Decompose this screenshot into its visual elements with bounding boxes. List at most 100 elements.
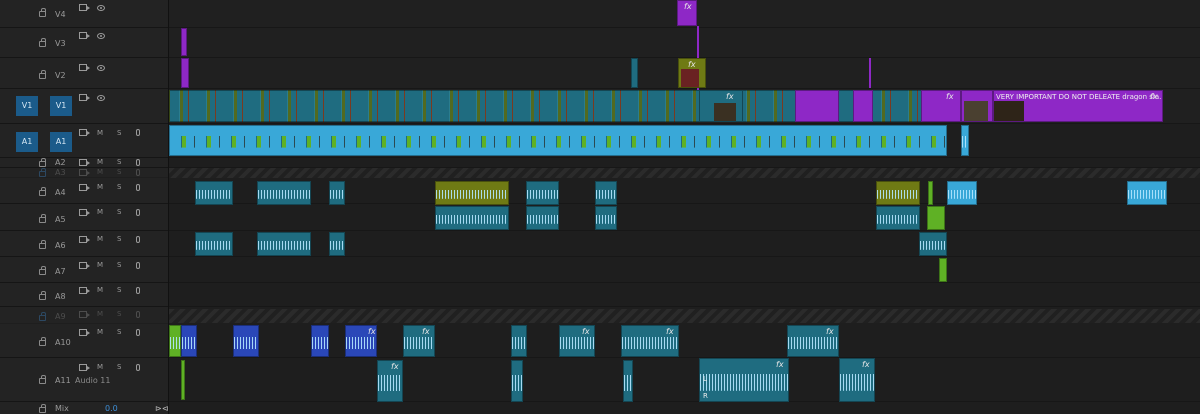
sync-lock-icon[interactable] <box>79 236 90 243</box>
audio-clip[interactable] <box>435 181 509 205</box>
track-lane-a6[interactable] <box>169 231 1200 257</box>
lock-icon[interactable] <box>39 168 46 177</box>
lock-icon[interactable] <box>39 375 46 384</box>
video-clip[interactable] <box>795 90 839 122</box>
audio-clip[interactable]: fx <box>403 325 435 357</box>
sync-lock-icon[interactable] <box>79 329 90 336</box>
video-clip[interactable] <box>961 90 993 122</box>
source-patch-v1[interactable]: V1 <box>16 96 38 116</box>
solo-button[interactable]: S <box>117 328 121 336</box>
lock-icon[interactable] <box>39 312 46 321</box>
video-clip[interactable]: fx <box>678 58 706 88</box>
mic-icon[interactable] <box>136 159 140 166</box>
video-clip[interactable] <box>181 28 187 56</box>
mute-button[interactable]: M <box>97 158 103 166</box>
track-lane-a11[interactable] <box>169 358 1200 402</box>
sync-lock-icon[interactable] <box>79 169 90 176</box>
audio-clip[interactable] <box>511 360 523 402</box>
lock-icon[interactable] <box>39 240 46 249</box>
lock-icon[interactable] <box>39 158 46 167</box>
audio-clip[interactable] <box>526 181 559 205</box>
sync-lock-icon[interactable] <box>79 4 90 11</box>
sync-lock-icon[interactable] <box>79 287 90 294</box>
sync-lock-icon[interactable] <box>79 311 90 318</box>
audio-clip[interactable] <box>311 325 329 357</box>
video-clip[interactable]: fx <box>921 90 961 122</box>
source-patch-a1[interactable]: A1 <box>16 132 38 152</box>
lock-icon[interactable] <box>39 266 46 275</box>
lock-icon[interactable] <box>39 214 46 223</box>
video-clip-important[interactable]: VERY IMPORTANT DO NOT DELEATE dragon sla… <box>993 90 1163 122</box>
track-lane-v3[interactable] <box>169 28 1200 58</box>
lock-icon[interactable] <box>39 38 46 47</box>
mic-icon[interactable] <box>136 364 140 371</box>
audio-clip[interactable] <box>511 325 527 357</box>
audio-clip[interactable] <box>595 206 617 230</box>
sync-lock-icon[interactable] <box>79 364 90 371</box>
mute-button[interactable]: M <box>97 168 103 176</box>
video-clip[interactable] <box>181 58 189 88</box>
audio-clip[interactable] <box>181 360 185 400</box>
solo-button[interactable]: S <box>117 261 121 269</box>
audio-clip-stereo[interactable]: fx <box>839 358 875 402</box>
timeline-panel[interactable]: fx fx fx fx VERY IMPORTANT DO NOT DELEAT… <box>169 0 1200 414</box>
mute-button[interactable]: M <box>97 261 103 269</box>
mic-icon[interactable] <box>136 209 140 216</box>
solo-button[interactable]: S <box>117 363 121 371</box>
sync-lock-icon[interactable] <box>79 94 90 101</box>
audio-clip[interactable]: fx <box>621 325 679 357</box>
sync-lock-icon[interactable] <box>79 159 90 166</box>
audio-clip[interactable] <box>169 325 181 357</box>
sync-lock-icon[interactable] <box>79 209 90 216</box>
audio-clip[interactable] <box>257 181 311 205</box>
audio-clip[interactable] <box>947 181 977 205</box>
sync-lock-icon[interactable] <box>79 184 90 191</box>
solo-button[interactable]: S <box>117 183 121 191</box>
audio-clip[interactable] <box>928 181 933 205</box>
go-to-end-icon[interactable]: ⊳⊲ <box>155 404 168 413</box>
lock-icon[interactable] <box>39 187 46 196</box>
audio-clip[interactable] <box>919 232 947 256</box>
audio-clip[interactable]: fx <box>345 325 377 357</box>
audio-clip[interactable] <box>961 125 969 156</box>
mic-icon[interactable] <box>136 184 140 191</box>
mute-button[interactable]: M <box>97 328 103 336</box>
audio-clip[interactable] <box>876 181 920 205</box>
lock-icon[interactable] <box>39 8 46 17</box>
audio-clip[interactable] <box>181 325 197 357</box>
mic-icon[interactable] <box>136 329 140 336</box>
mute-button[interactable]: M <box>97 129 103 137</box>
solo-button[interactable]: S <box>117 310 121 318</box>
mic-icon[interactable] <box>136 129 140 136</box>
eye-icon[interactable] <box>97 33 105 39</box>
mute-button[interactable]: M <box>97 183 103 191</box>
track-lane-a7[interactable] <box>169 257 1200 283</box>
mic-icon[interactable] <box>136 287 140 294</box>
track-lane-a8[interactable] <box>169 283 1200 307</box>
lock-icon[interactable] <box>39 291 46 300</box>
mute-button[interactable]: M <box>97 310 103 318</box>
audio-clip[interactable]: fx <box>377 360 403 402</box>
audio-clip[interactable] <box>329 181 345 205</box>
mic-icon[interactable] <box>136 169 140 176</box>
track-lane-a2[interactable] <box>169 158 1200 168</box>
eye-icon[interactable] <box>97 65 105 71</box>
solo-button[interactable]: S <box>117 208 121 216</box>
solo-button[interactable]: S <box>117 129 121 137</box>
solo-button[interactable]: S <box>117 168 121 176</box>
audio-clip[interactable]: fx <box>787 325 839 357</box>
mute-button[interactable]: M <box>97 363 103 371</box>
audio-clip[interactable] <box>195 181 233 205</box>
mix-volume-value[interactable]: 0.0 <box>105 404 118 413</box>
video-clip-sequence[interactable] <box>169 90 965 122</box>
video-clip[interactable] <box>869 58 871 88</box>
video-clip[interactable] <box>853 90 873 122</box>
audio-clip[interactable] <box>257 232 311 256</box>
mic-icon[interactable] <box>136 262 140 269</box>
audio-clip-stereo[interactable]: fx L R <box>699 358 789 402</box>
audio-clip[interactable] <box>233 325 259 357</box>
track-lane-a5[interactable] <box>169 204 1200 231</box>
track-target-v1[interactable]: V1 <box>50 96 72 116</box>
track-target-a1[interactable]: A1 <box>50 132 72 152</box>
eye-icon[interactable] <box>97 5 105 11</box>
